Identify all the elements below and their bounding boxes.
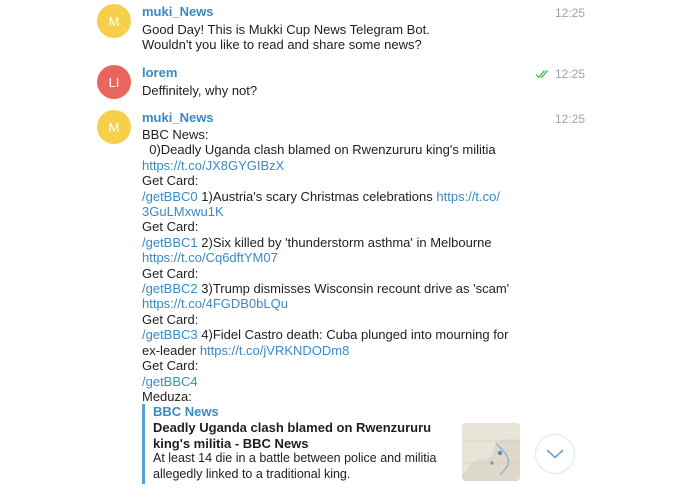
sender-name[interactable]: muki_News	[142, 4, 214, 19]
message-time: 12:25	[554, 6, 585, 20]
text-line: 4)Fidel Castro death: Cuba plunged into …	[197, 327, 509, 343]
bot-command-getBBC4[interactable]: /getBBC4	[142, 374, 198, 389]
news-link[interactable]: https://t.co/jVRKNDODm8	[200, 343, 350, 358]
avatar[interactable]: LI	[97, 65, 131, 99]
text-line: 3)Trump dismisses Wisconsin recount driv…	[197, 281, 510, 297]
news-link[interactable]: 3GuLMxwu1K	[142, 204, 224, 219]
message-time: 12:25	[554, 67, 585, 81]
news-link[interactable]: https://t.co/4FGDB0bLQu	[142, 296, 288, 311]
text-line: BBC News:	[142, 127, 209, 142]
text-line: Wouldn't you like to read and share some…	[142, 37, 422, 53]
text-line: Good Day! This is Mukki Cup News Telegra…	[142, 22, 430, 37]
chevron-down-icon	[546, 449, 564, 459]
news-link[interactable]: https://t.co/Cq6dftYM07	[142, 250, 278, 265]
message-text: Good Day! This is Mukki Cup News Telegra…	[142, 22, 532, 53]
preview-title: Deadly Uganda clash blamed on Rwenzururu…	[153, 420, 432, 451]
text-line: Get Card:	[142, 358, 199, 374]
text-line: Get Card:	[142, 219, 199, 235]
message-text: BBC News: 0)Deadly Uganda clash blamed o…	[142, 127, 532, 404]
text-line: Get Card:	[142, 173, 199, 189]
text-line: Get Card:	[142, 265, 199, 281]
preview-site-name: BBC News	[153, 404, 219, 419]
message-time: 12:25	[554, 112, 585, 126]
bot-command-getBBC1[interactable]: /getBBC1	[142, 235, 198, 250]
map-thumbnail[interactable]	[462, 423, 520, 481]
text-line: Get Card:	[142, 311, 199, 327]
news-link[interactable]: https://t.co/JX8GYGIBzX	[142, 158, 284, 173]
message-text: Deffinitely, why not?	[142, 83, 532, 98]
preview-description: At least 14 die in a battle between poli…	[153, 451, 437, 481]
avatar[interactable]: M	[97, 4, 131, 38]
text-line: ex-leader	[142, 342, 200, 358]
bot-command-getBBC0[interactable]: /getBBC0	[142, 189, 198, 204]
news-link[interactable]: https://t.co/	[436, 189, 500, 204]
text-line: Deffinitely, why not?	[142, 83, 258, 98]
bot-command-getBBC3[interactable]: /getBBC3	[142, 327, 198, 342]
scroll-to-bottom-button[interactable]	[535, 434, 575, 474]
sender-name[interactable]: lorem	[142, 65, 177, 80]
link-preview[interactable]: BBC News Deadly Uganda clash blamed on R…	[142, 404, 520, 484]
avatar[interactable]: M	[97, 110, 131, 144]
bot-command-getBBC2[interactable]: /getBBC2	[142, 281, 198, 296]
text-line: 0)Deadly Uganda clash blamed on Rwenzuru…	[142, 142, 496, 158]
double-check-icon	[535, 70, 549, 79]
sender-name[interactable]: muki_News	[142, 110, 214, 125]
text-line: Meduza:	[142, 388, 192, 404]
text-line: 2)Six killed by 'thunderstorm asthma' in…	[197, 234, 492, 250]
text-line: 1)Austria's scary Christmas celebrations	[197, 188, 437, 204]
